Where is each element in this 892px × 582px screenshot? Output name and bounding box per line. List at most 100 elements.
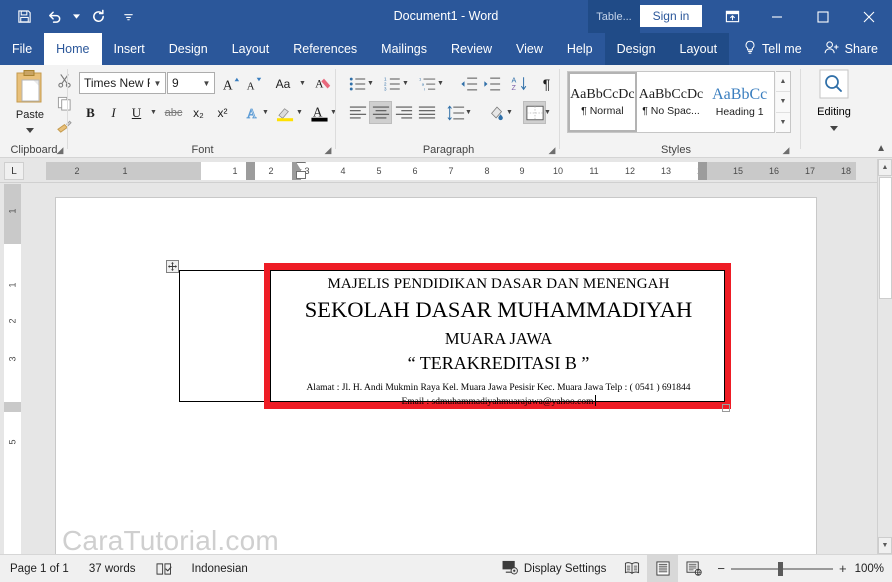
save-icon[interactable] bbox=[10, 4, 38, 30]
table-move-handle[interactable] bbox=[166, 260, 179, 273]
vertical-scrollbar[interactable]: ▲ ▼ bbox=[877, 159, 892, 554]
share-button[interactable]: Share bbox=[816, 33, 886, 65]
zoom-out-button[interactable]: − bbox=[717, 561, 725, 576]
styles-scroll-down-icon[interactable]: ▼ bbox=[776, 92, 790, 113]
bullets-dropdown-arrow-icon[interactable]: ▼ bbox=[365, 72, 376, 95]
zoom-control[interactable]: − + bbox=[709, 561, 854, 576]
paragraph-dialog-launcher[interactable]: ◢ bbox=[546, 144, 558, 156]
paste-button[interactable]: Paste bbox=[8, 69, 52, 137]
align-center-button[interactable] bbox=[369, 101, 392, 124]
line-spacing-dropdown-arrow-icon[interactable]: ▼ bbox=[463, 101, 474, 124]
decrease-indent-button[interactable] bbox=[457, 72, 480, 95]
proofing-errors-icon[interactable] bbox=[146, 555, 182, 582]
minimize-icon[interactable] bbox=[754, 0, 800, 33]
table-cell-header-text[interactable]: MAJELIS PENDIDIKAN DASAR DAN MENENGAH SE… bbox=[270, 270, 725, 407]
ribbon-display-options-icon[interactable] bbox=[710, 0, 754, 33]
left-indent-marker[interactable] bbox=[296, 171, 306, 179]
zoom-slider[interactable] bbox=[730, 561, 833, 576]
close-icon[interactable] bbox=[846, 0, 892, 33]
chevron-down-icon[interactable]: ▼ bbox=[150, 73, 165, 93]
change-case-dropdown-arrow-icon[interactable]: ▼ bbox=[297, 72, 308, 95]
collapse-ribbon-icon[interactable]: ▲ bbox=[876, 143, 886, 154]
shading-dropdown-arrow-icon[interactable]: ▼ bbox=[504, 101, 515, 124]
increase-indent-button[interactable] bbox=[480, 72, 503, 95]
style-no-spacing[interactable]: AaBbCcDc ¶ No Spac... bbox=[637, 72, 706, 132]
tab-stop-selector[interactable]: L bbox=[4, 162, 24, 180]
font-size-combo[interactable]: 9 ▼ bbox=[167, 72, 215, 94]
editing-dropdown-arrow-icon[interactable] bbox=[830, 120, 838, 134]
tab-insert[interactable]: Insert bbox=[102, 33, 157, 65]
tab-view[interactable]: View bbox=[504, 33, 555, 65]
subscript-button[interactable]: x₂ bbox=[187, 101, 210, 124]
chevron-down-icon[interactable]: ▼ bbox=[199, 73, 214, 93]
justify-button[interactable] bbox=[415, 101, 438, 124]
change-case-button[interactable]: Aa bbox=[269, 72, 297, 95]
underline-dropdown-arrow-icon[interactable]: ▼ bbox=[148, 101, 159, 124]
header-table[interactable]: MAJELIS PENDIDIKAN DASAR DAN MENENGAH SE… bbox=[179, 263, 731, 412]
clipboard-dialog-launcher[interactable]: ◢ bbox=[54, 144, 66, 156]
tab-mailings[interactable]: Mailings bbox=[369, 33, 439, 65]
styles-scroll-up-icon[interactable]: ▲ bbox=[776, 72, 790, 93]
scrollbar-thumb[interactable] bbox=[879, 177, 892, 299]
web-layout-icon[interactable] bbox=[678, 555, 709, 582]
table-cell-logo[interactable] bbox=[179, 270, 270, 402]
superscript-button[interactable]: x² bbox=[211, 101, 234, 124]
text-effects-dropdown-arrow-icon[interactable]: ▼ bbox=[260, 101, 271, 124]
word-count[interactable]: 37 words bbox=[79, 555, 146, 582]
undo-icon[interactable] bbox=[40, 4, 68, 30]
tab-home[interactable]: Home bbox=[44, 33, 102, 65]
display-settings-button[interactable]: Display Settings bbox=[492, 555, 616, 582]
styles-more-icon[interactable]: ▼ bbox=[776, 113, 790, 132]
font-dialog-launcher[interactable]: ◢ bbox=[322, 144, 334, 156]
vertical-ruler[interactable]: 1 1 2 3 5 bbox=[0, 184, 24, 554]
style-normal[interactable]: AaBbCcDc ¶ Normal bbox=[568, 72, 637, 132]
page-indicator[interactable]: Page 1 of 1 bbox=[0, 555, 79, 582]
read-mode-icon[interactable] bbox=[616, 555, 647, 582]
italic-button[interactable]: I bbox=[102, 101, 125, 124]
zoom-level[interactable]: 100% bbox=[855, 563, 892, 575]
multilevel-dropdown-arrow-icon[interactable]: ▼ bbox=[435, 72, 446, 95]
tab-help[interactable]: Help bbox=[555, 33, 605, 65]
scroll-up-icon[interactable]: ▲ bbox=[878, 159, 892, 176]
undo-dropdown-arrow-icon[interactable] bbox=[70, 4, 82, 30]
styles-dialog-launcher[interactable]: ◢ bbox=[780, 144, 792, 156]
borders-dropdown-arrow-icon[interactable]: ▼ bbox=[542, 101, 553, 124]
sort-button[interactable]: AZ bbox=[508, 72, 531, 95]
align-left-button[interactable] bbox=[346, 101, 369, 124]
scroll-down-icon[interactable]: ▼ bbox=[878, 537, 892, 554]
maximize-icon[interactable] bbox=[800, 0, 846, 33]
tab-review[interactable]: Review bbox=[439, 33, 504, 65]
tab-table-layout[interactable]: Layout bbox=[667, 33, 730, 65]
align-right-button[interactable] bbox=[392, 101, 415, 124]
font-name-combo[interactable]: Times New Ro ▼ bbox=[79, 72, 166, 94]
numbering-dropdown-arrow-icon[interactable]: ▼ bbox=[400, 72, 411, 95]
print-layout-icon[interactable] bbox=[647, 554, 679, 582]
sign-in-button[interactable]: Sign in bbox=[640, 5, 702, 27]
style-heading-1[interactable]: AaBbCc Heading 1 bbox=[705, 72, 774, 132]
tab-layout[interactable]: Layout bbox=[220, 33, 282, 65]
zoom-in-button[interactable]: + bbox=[839, 561, 847, 576]
zoom-slider-thumb[interactable] bbox=[777, 561, 783, 576]
styles-gallery-scroll[interactable]: ▲ ▼ ▼ bbox=[776, 71, 791, 133]
language-indicator[interactable]: Indonesian bbox=[182, 555, 258, 582]
grow-font-button[interactable]: A bbox=[219, 72, 242, 95]
tell-me-button[interactable]: Tell me bbox=[735, 33, 810, 65]
table-resize-handle[interactable] bbox=[722, 404, 730, 412]
horizontal-ruler[interactable]: L 2 1 1 2 3 4 5 6 7 8 9 10 11 12 13 14 1… bbox=[0, 159, 877, 183]
customize-quick-access-icon[interactable] bbox=[114, 4, 142, 30]
highlight-dropdown-arrow-icon[interactable]: ▼ bbox=[294, 101, 305, 124]
tab-references[interactable]: References bbox=[281, 33, 369, 65]
strikethrough-button[interactable]: abc bbox=[162, 101, 185, 124]
document-canvas[interactable]: MAJELIS PENDIDIKAN DASAR DAN MENENGAH SE… bbox=[24, 184, 877, 554]
editing-button[interactable]: Editing bbox=[810, 69, 858, 139]
paste-dropdown-arrow-icon[interactable] bbox=[26, 122, 34, 136]
shrink-font-button[interactable]: A bbox=[242, 72, 265, 95]
document-page[interactable]: MAJELIS PENDIDIKAN DASAR DAN MENENGAH SE… bbox=[55, 197, 817, 554]
tab-table-design[interactable]: Design bbox=[604, 33, 668, 65]
tab-design[interactable]: Design bbox=[157, 33, 220, 65]
clear-formatting-button[interactable]: A bbox=[312, 72, 335, 95]
underline-button[interactable]: U bbox=[125, 101, 148, 124]
redo-icon[interactable] bbox=[84, 4, 112, 30]
bold-button[interactable]: B bbox=[79, 101, 102, 124]
show-formatting-marks-button[interactable]: ¶ bbox=[535, 72, 558, 95]
